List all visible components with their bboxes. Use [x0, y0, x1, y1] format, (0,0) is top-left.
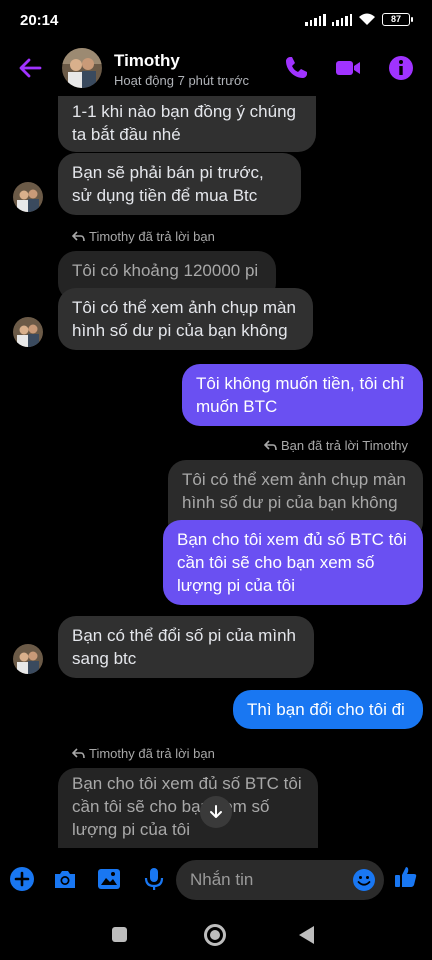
back-icon[interactable] — [299, 926, 314, 944]
status-icons: 87 — [305, 13, 413, 26]
avatar — [13, 317, 43, 347]
reply-label-text: Timothy đã trả lời bạn — [89, 229, 215, 244]
composer — [0, 848, 432, 910]
emoji-icon[interactable] — [352, 868, 376, 892]
signal-icon — [305, 13, 326, 26]
video-icon[interactable] — [334, 54, 362, 82]
back-arrow-icon[interactable] — [16, 54, 44, 82]
reply-label-text: Bạn đã trả lời Timothy — [281, 438, 409, 453]
message-outgoing[interactable]: Tôi không muốn tiền, tôi chỉ muốn BTC — [182, 364, 423, 426]
reply-label-text: Timothy đã trả lời bạn — [89, 746, 215, 761]
status-time: 20:14 — [20, 12, 59, 29]
scroll-down-button[interactable] — [200, 796, 232, 828]
message-incoming[interactable]: Bạn sẽ phải bán pi trước, sử dụng tiền đ… — [58, 153, 301, 215]
reply-indicator: Timothy đã trả lời bạn — [72, 746, 215, 761]
wifi-icon — [359, 13, 375, 25]
phone-icon[interactable] — [282, 54, 310, 82]
reply-indicator: Timothy đã trả lời bạn — [72, 229, 215, 244]
reply-icon — [264, 440, 277, 451]
battery-icon: 87 — [382, 13, 413, 26]
info-icon[interactable] — [387, 54, 415, 82]
reply-indicator: Bạn đã trả lời Timothy — [264, 438, 408, 453]
thumbs-up-icon[interactable] — [393, 864, 419, 890]
quoted-message[interactable]: Bạn cho tôi xem đủ số BTC tôi cần tôi sẽ… — [58, 768, 318, 848]
message-incoming[interactable]: Tôi có thể xem ảnh chụp màn hình số dư p… — [58, 288, 313, 350]
message-incoming[interactable]: 1-1 khi nào bạn đồng ý chúng ta bắt đầu … — [58, 96, 316, 152]
image-icon[interactable] — [96, 866, 122, 892]
reply-icon — [72, 231, 85, 242]
camera-icon[interactable] — [52, 866, 78, 892]
scroll-down-icon — [210, 805, 222, 818]
contact-status: Hoạt động 7 phút trước — [114, 73, 250, 88]
status-bar: 20:14 87 — [0, 0, 432, 40]
avatar — [13, 644, 43, 674]
mic-icon[interactable] — [141, 866, 167, 892]
home-icon[interactable] — [204, 924, 226, 946]
avatar[interactable] — [62, 48, 102, 88]
avatar — [13, 182, 43, 212]
signal-icon-2 — [331, 13, 352, 26]
message-outgoing[interactable]: Bạn cho tôi xem đủ số BTC tôi cần tôi sẽ… — [163, 520, 423, 605]
plus-icon[interactable] — [9, 866, 35, 892]
message-incoming[interactable]: Bạn có thể đổi số pi của mình sang btc — [58, 616, 314, 678]
reply-icon — [72, 748, 85, 759]
chat-header: Timothy Hoạt động 7 phút trước — [0, 40, 432, 96]
system-nav-bar — [0, 910, 432, 960]
recents-icon[interactable] — [112, 927, 127, 942]
message-list[interactable]: 1-1 khi nào bạn đồng ý chúng ta bắt đầu … — [0, 96, 432, 848]
message-outgoing[interactable]: Thì bạn đổi cho tôi đi — [233, 690, 423, 729]
contact-name[interactable]: Timothy — [114, 51, 180, 71]
